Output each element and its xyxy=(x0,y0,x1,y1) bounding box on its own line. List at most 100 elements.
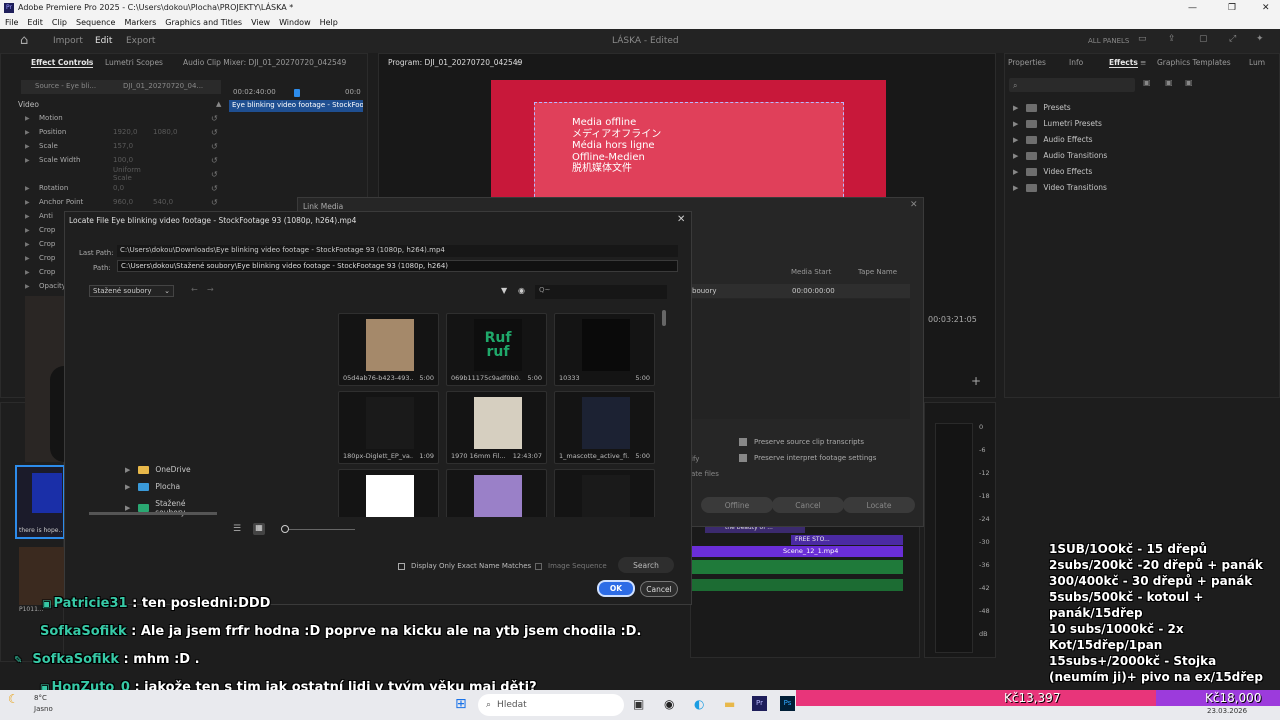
reset-icon[interactable]: ↺ xyxy=(211,156,218,165)
add-button-icon[interactable]: + xyxy=(971,374,981,388)
grid-scrollbar[interactable] xyxy=(662,310,666,326)
search-button[interactable]: Search xyxy=(618,557,674,573)
list-view-icon[interactable]: ☰ xyxy=(233,524,241,534)
tree-scrollbar[interactable] xyxy=(89,512,217,515)
menu-edit[interactable]: Edit xyxy=(27,18,43,27)
last-path-field[interactable]: C:\Users\dokou\Downloads\Eye blinking vi… xyxy=(117,245,678,257)
chevron-right-icon[interactable]: ▶ xyxy=(25,227,39,234)
chevron-right-icon[interactable]: ▶ xyxy=(25,157,39,164)
playhead-marker[interactable] xyxy=(294,89,300,97)
home-icon[interactable]: ⌂ xyxy=(20,33,28,48)
32bit-icon[interactable]: ▣ xyxy=(1165,78,1173,87)
chevron-right-icon[interactable]: ▶ xyxy=(25,129,39,136)
effects-search-input[interactable]: ⌕ xyxy=(1009,78,1135,92)
tree-item-onedrive[interactable]: ▶ OneDrive xyxy=(125,465,191,474)
premiere-taskbar-icon[interactable]: Pr xyxy=(752,696,767,711)
accelerated-icon[interactable]: ▣ xyxy=(1143,78,1151,87)
eye-icon[interactable]: ◉ xyxy=(518,286,525,295)
effects-item-presets[interactable]: ▶ Presets xyxy=(1013,103,1071,112)
tab-import[interactable]: Import xyxy=(53,36,83,46)
reset-icon[interactable]: ↺ xyxy=(211,184,218,193)
ec-property-row[interactable]: ▶ Anchor Point 960,0 540,0 ↺ xyxy=(1,195,226,209)
tab-edit[interactable]: Edit xyxy=(95,36,112,46)
effects-item-audio-transitions[interactable]: ▶ Audio Transitions xyxy=(1013,151,1107,160)
all-panels-button[interactable]: ALL PANELS xyxy=(1088,37,1129,45)
menu-file[interactable]: File xyxy=(5,18,18,27)
chevron-right-icon[interactable]: ▶ xyxy=(25,255,39,262)
edge-icon[interactable]: ◐ xyxy=(694,697,704,711)
audio-track-1[interactable] xyxy=(691,560,903,574)
tab-effects[interactable]: Effects xyxy=(1109,58,1138,68)
file-thumbnail[interactable]: 180px-Diglett_EP_va... 1:09 xyxy=(338,391,439,464)
preserve-transcripts-checkbox[interactable]: Preserve source clip transcripts xyxy=(739,438,864,446)
tab-properties[interactable]: Properties xyxy=(1008,58,1046,67)
link-cancel-button[interactable]: Cancel xyxy=(772,497,844,513)
chevron-right-icon[interactable]: ▶ xyxy=(25,269,39,276)
ec-property-value[interactable]: 1920,0 xyxy=(113,128,153,136)
exact-match-checkbox[interactable]: Display Only Exact Name Matches xyxy=(398,562,531,570)
project-thumb-selected[interactable]: there is hope.. xyxy=(15,465,65,539)
file-thumbnail[interactable]: 1970 16mm Fil... 12:43:07 xyxy=(446,391,547,464)
tab-info[interactable]: Info xyxy=(1069,58,1083,67)
offline-button[interactable]: Offline xyxy=(701,497,773,513)
link-media-close-icon[interactable]: ✕ xyxy=(910,200,918,210)
ec-property-value[interactable]: 1080,0 xyxy=(153,128,193,136)
program-menu-icon[interactable]: ≡ xyxy=(515,58,521,67)
menu-window[interactable]: Window xyxy=(279,18,311,27)
ec-property-value[interactable]: Uniform Scale xyxy=(113,166,153,182)
maximize-button[interactable]: ❐ xyxy=(1228,3,1236,13)
task-view-icon[interactable]: ▣ xyxy=(633,697,644,711)
ok-button[interactable]: OK xyxy=(597,580,635,597)
fullscreen-icon[interactable]: ⤢ xyxy=(1229,34,1236,44)
tab-lumetri[interactable]: Lum xyxy=(1249,58,1265,67)
preserve-interpret-checkbox[interactable]: Preserve interpret footage settings xyxy=(739,454,876,462)
comment-icon[interactable]: ▢ xyxy=(1199,34,1208,44)
file-thumbnail[interactable] xyxy=(338,469,439,517)
ec-property-row[interactable]: ▶ Position 1920,0 1080,0 ↺ xyxy=(1,125,226,139)
menu-help[interactable]: Help xyxy=(320,18,338,27)
reset-icon[interactable]: ↺ xyxy=(211,142,218,151)
link-media-row[interactable]: bouory 00:00:00:00 xyxy=(692,284,910,298)
folder-dropdown[interactable]: Stažené soubory ⌄ xyxy=(89,285,174,297)
forward-arrow-icon[interactable]: → xyxy=(207,285,214,294)
ec-property-value[interactable]: 540,0 xyxy=(153,198,193,206)
filter-icon[interactable]: ▼ xyxy=(501,286,507,295)
menu-graphics[interactable]: Graphics and Titles xyxy=(165,18,242,27)
file-thumbnail[interactable]: 1_mascotte_active_fi... 5:00 xyxy=(554,391,655,464)
ec-property-value[interactable]: 0,0 xyxy=(113,184,153,192)
ec-property-value[interactable]: 157,0 xyxy=(113,142,153,150)
file-thumbnail[interactable] xyxy=(446,469,547,517)
image-sequence-checkbox[interactable]: Image Sequence xyxy=(535,562,607,570)
tab-lumetri-scopes[interactable]: Lumetri Scopes xyxy=(105,58,163,67)
explorer-icon[interactable]: ▬ xyxy=(724,697,735,711)
back-arrow-icon[interactable]: ← xyxy=(191,285,198,294)
grid-view-icon[interactable]: ▦ xyxy=(253,523,265,535)
audio-track-2[interactable] xyxy=(691,579,903,591)
ec-property-row[interactable]: ▶ Motion ↺ xyxy=(1,111,226,125)
source-select[interactable]: Source - Eye bli... xyxy=(21,80,115,94)
file-thumbnail[interactable]: 10333 5:00 xyxy=(554,313,655,386)
timeline-clip-free[interactable]: FREE STO... xyxy=(791,535,903,545)
tree-item-plocha[interactable]: ▶ Plocha xyxy=(125,482,180,491)
ec-property-row[interactable]: ▶ Scale Width 100,0 ↺ xyxy=(1,153,226,167)
panel-layout-icon[interactable]: ▭ xyxy=(1138,34,1147,44)
weather-widget[interactable]: ☾ 8°C Jasno xyxy=(8,692,53,713)
zoom-slider-knob[interactable] xyxy=(281,525,289,533)
minimize-button[interactable]: — xyxy=(1188,3,1197,13)
chevron-right-icon[interactable]: ▶ xyxy=(25,213,39,220)
sequence-select[interactable]: DJI_01_20270720_04... xyxy=(113,80,221,94)
chevron-right-icon[interactable]: ▶ xyxy=(25,241,39,248)
close-window-button[interactable]: ✕ xyxy=(1262,3,1270,13)
github-icon[interactable]: ◉ xyxy=(664,697,674,711)
effects-item-audio-effects[interactable]: ▶ Audio Effects xyxy=(1013,135,1093,144)
chevron-right-icon[interactable]: ▶ xyxy=(25,185,39,192)
windows-start-icon[interactable]: ⊞ xyxy=(455,696,467,712)
share-icon[interactable]: ⇪ xyxy=(1168,34,1176,44)
locate-search-input[interactable]: Q~ xyxy=(535,285,667,299)
effects-item-video-transitions[interactable]: ▶ Video Transitions xyxy=(1013,183,1107,192)
ec-property-row[interactable]: Uniform Scale ↺ xyxy=(1,166,226,182)
file-thumbnail[interactable] xyxy=(554,469,655,517)
ec-clip-bar[interactable]: Eye blinking video footage - StockFootag… xyxy=(229,100,363,112)
locate-close-icon[interactable]: ✕ xyxy=(677,214,685,225)
chevron-right-icon[interactable]: ▶ xyxy=(25,143,39,150)
